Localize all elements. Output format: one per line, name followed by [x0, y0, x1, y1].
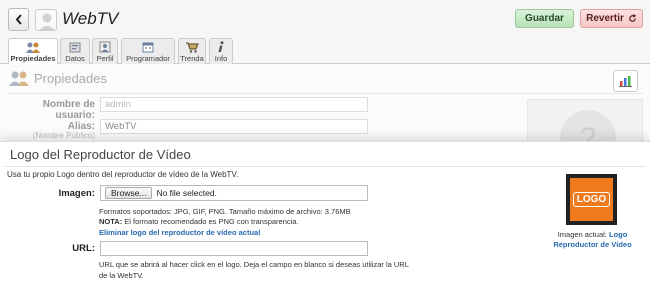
url-input[interactable] [100, 241, 368, 256]
alias-field[interactable]: WebTV [100, 119, 368, 134]
browse-button[interactable]: Browse... [105, 187, 153, 199]
header-bar: WebTV Guardar Revertir [0, 0, 650, 38]
logo-background: LOGO [570, 178, 613, 221]
info-icon [218, 41, 224, 52]
profile-icon [99, 41, 111, 53]
properties-heading-label: Propiedades [34, 70, 107, 86]
avatar [35, 9, 57, 31]
tab-propiedades[interactable]: Propiedades [8, 38, 58, 65]
tab-programador[interactable]: Programador [121, 38, 175, 64]
tab-label: Trenda [180, 54, 204, 63]
chevron-left-icon [15, 14, 22, 25]
dialog-title: Logo del Reproductor de Vídeo [10, 147, 191, 162]
bar-chart-icon [619, 76, 632, 87]
file-input[interactable]: Browse... No file selected. [100, 185, 368, 201]
properties-heading: Propiedades [8, 70, 107, 86]
tab-info[interactable]: Info [209, 38, 233, 64]
tab-label: Perfil [96, 54, 114, 63]
revert-button[interactable]: Revertir [580, 9, 643, 28]
users-icon [9, 71, 29, 86]
tab-label: Propiedades [10, 54, 56, 63]
formats-text: Formatos soportados: JPG, GIF, PNG. Tama… [99, 207, 351, 216]
users-icon [26, 42, 40, 53]
logo-dialog: Logo del Reproductor de Vídeo Usa tu pro… [0, 141, 650, 288]
username-field[interactable]: admin [100, 97, 368, 112]
alias-sublabel: (Nombre Público) [32, 131, 95, 140]
dialog-description: Usa tu propio Logo dentro del reproducto… [7, 170, 239, 179]
logo-text: LOGO [572, 192, 611, 207]
divider [8, 93, 643, 94]
refresh-icon [629, 14, 637, 22]
tab-trenda[interactable]: Trenda [178, 38, 206, 64]
save-button[interactable]: Guardar [515, 9, 574, 28]
image-label: Imagen: [58, 188, 95, 199]
divider [5, 166, 645, 167]
note-label: NOTA: [99, 217, 123, 226]
revert-label: Revertir [586, 13, 624, 24]
tab-bar: Propiedades Datos Perfil Programador Tre… [0, 38, 650, 65]
current-image-label: Imagen actual: [557, 230, 607, 239]
question-mark-icon: ? [560, 110, 616, 143]
file-status: No file selected. [156, 188, 217, 198]
note-text: NOTA: El formato recomendado es PNG con … [99, 217, 299, 226]
note-body: El formato recomendado es PNG con transp… [122, 217, 299, 226]
tab-perfil[interactable]: Perfil [92, 38, 118, 64]
user-silhouette-icon [39, 13, 55, 30]
url-help-text: URL que se abrirá al hacer click en el l… [99, 260, 409, 280]
tab-datos[interactable]: Datos [60, 38, 90, 64]
tab-label: Info [214, 54, 228, 63]
delete-logo-link[interactable]: Eliminar logo del reproductor de vídeo a… [99, 228, 260, 237]
profile-photo-placeholder: ? [527, 99, 643, 144]
tab-label: Datos [65, 54, 85, 63]
calendar-icon [142, 42, 154, 53]
back-button[interactable] [8, 8, 29, 31]
page-title: WebTV [62, 9, 119, 28]
current-logo-image: LOGO [566, 174, 617, 225]
username-label: Nombre de usuario: [42, 99, 95, 121]
cart-icon [186, 42, 199, 53]
stats-button[interactable] [613, 70, 638, 92]
current-image-caption: Imagen actual: Logo Reproductor de Vídeo [540, 230, 645, 250]
url-label: URL: [72, 243, 95, 254]
tab-label: Programador [126, 54, 170, 63]
data-icon [69, 42, 81, 53]
